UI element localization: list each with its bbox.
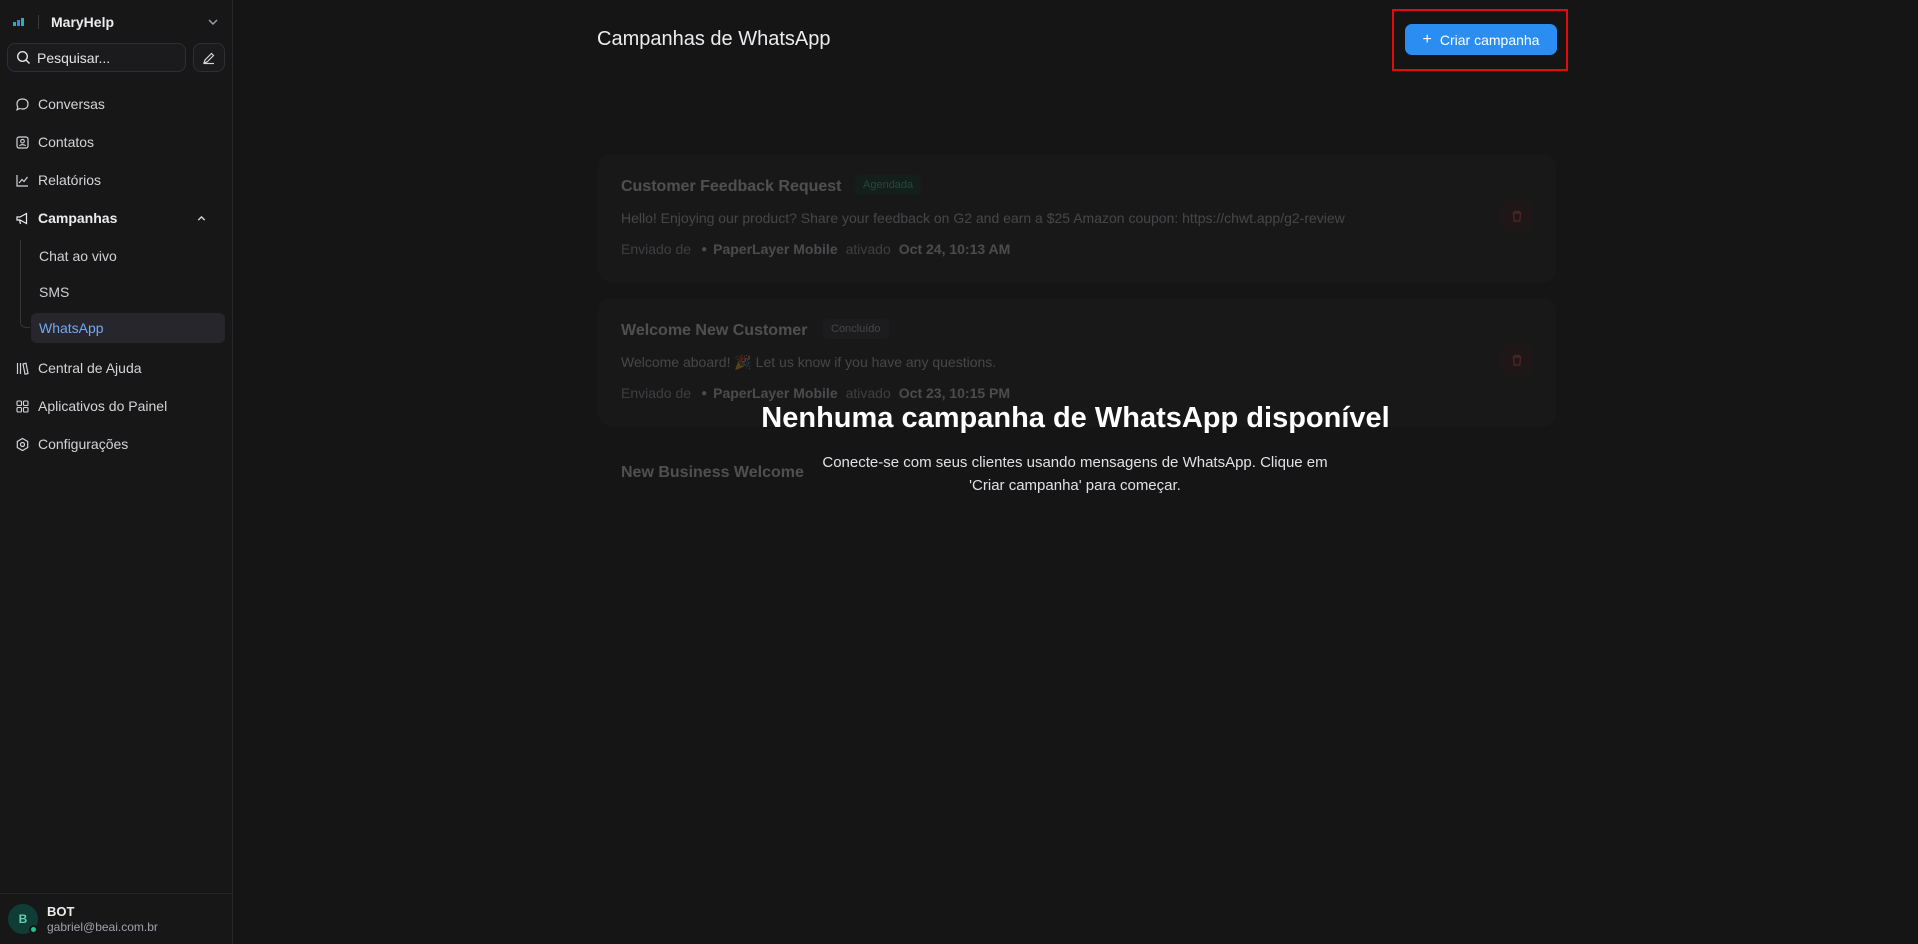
- sent-from-label: Enviado de: [621, 385, 692, 401]
- tree-connector: [20, 240, 30, 328]
- brand-name: MaryHelp: [51, 14, 115, 30]
- chevron-up-icon[interactable]: [194, 211, 209, 226]
- user-name: BOT: [47, 904, 75, 919]
- sidebar-item-whatsapp[interactable]: WhatsApp: [31, 313, 225, 343]
- megaphone-icon: [16, 211, 28, 225]
- brand-divider: [38, 15, 39, 29]
- campaign-message: Welcome aboard! 🎉 Let us know if you hav…: [621, 354, 997, 370]
- nav-central-de-ajuda[interactable]: Central de Ajuda: [7, 354, 225, 382]
- plus-icon: +: [1422, 30, 1432, 48]
- inbox-icon: ●: [701, 243, 708, 255]
- sidebar-item-chat-ao-vivo[interactable]: Chat ao vivo: [31, 241, 225, 271]
- triggered-label: ativado: [845, 385, 891, 401]
- inbox-name: PaperLayer Mobile: [713, 385, 838, 401]
- user-email: gabriel@beai.com.br: [47, 920, 158, 934]
- status-badge: Concluído: [823, 319, 889, 339]
- library-icon: [16, 361, 29, 375]
- contact-card-icon: [16, 135, 29, 149]
- compose-button[interactable]: [193, 43, 225, 72]
- nav-configuracoes-label: Configurações: [38, 436, 129, 452]
- campaign-meta: Enviado de ● PaperLayer Mobile ativado O…: [621, 241, 1010, 257]
- campaign-card: Customer Feedback Request Agendada Hello…: [598, 154, 1556, 282]
- triggered-label: ativado: [845, 241, 891, 257]
- create-campaign-button[interactable]: + Criar campanha: [1405, 24, 1557, 55]
- nav-conversas[interactable]: Conversas: [7, 90, 225, 118]
- line-chart-icon: [16, 174, 28, 187]
- brand-logo-icon: [13, 18, 24, 26]
- inbox-name: PaperLayer Mobile: [713, 241, 838, 257]
- search-placeholder: Pesquisar...: [37, 49, 111, 66]
- create-campaign-label: Criar campanha: [1439, 31, 1540, 48]
- campaign-meta: Enviado de ● PaperLayer Mobile ativado O…: [621, 385, 1010, 401]
- empty-state-title-text: Nenhuma campanha de WhatsApp disponível: [761, 402, 1390, 434]
- search-input[interactable]: Pesquisar...: [7, 43, 186, 72]
- trash-icon: [1512, 354, 1522, 366]
- chat-bubble-icon: [16, 97, 29, 111]
- trash-icon: [1512, 210, 1522, 222]
- page-title: Campanhas de WhatsApp: [597, 28, 831, 50]
- empty-state-title: Nenhuma campanha de WhatsApp disponível: [0, 402, 1918, 435]
- nav-contatos-label: Contatos: [38, 134, 95, 150]
- search-icon: [16, 50, 30, 64]
- nav-relatorios[interactable]: Relatórios: [7, 166, 225, 194]
- nav-campanhas[interactable]: Campanhas: [7, 204, 225, 232]
- delete-button[interactable]: [1501, 344, 1533, 376]
- inbox-icon: ●: [701, 387, 708, 399]
- user-profile[interactable]: B BOT gabriel@beai.com.br: [0, 893, 233, 944]
- status-badge: Agendada: [855, 175, 922, 195]
- nav-central-label: Central de Ajuda: [38, 360, 142, 376]
- sidebar-item-label: Chat ao vivo: [39, 248, 117, 264]
- pencil-icon: [203, 52, 215, 64]
- sidebar: MaryHelp Pesquisar... Conversas Contatos: [0, 0, 233, 944]
- gear-icon: [16, 437, 29, 451]
- nav-campanhas-label: Campanhas: [38, 210, 118, 226]
- campaign-title: New Business Welcome: [621, 464, 804, 481]
- empty-state-description-line1: Conecte-se com seus clientes usando mens…: [822, 454, 1328, 471]
- campaign-date: Oct 24, 10:13 AM: [898, 241, 1011, 257]
- sent-from-label: Enviado de: [621, 241, 692, 257]
- campaign-message: Hello! Enjoying our product? Share your …: [621, 210, 1345, 226]
- campaign-date: Oct 23, 10:15 PM: [898, 385, 1011, 401]
- nav-relatorios-label: Relatórios: [38, 172, 102, 188]
- sidebar-item-label: SMS: [39, 284, 70, 300]
- online-status-dot: [29, 925, 38, 934]
- sidebar-item-sms[interactable]: SMS: [31, 277, 225, 307]
- brand-switcher[interactable]: MaryHelp: [12, 12, 224, 32]
- empty-state-description-line2: 'Criar campanha' para começar.: [969, 477, 1181, 494]
- nav-contatos[interactable]: Contatos: [7, 128, 225, 156]
- campaign-title: Welcome New Customer: [621, 322, 808, 339]
- chevron-down-icon[interactable]: [206, 15, 220, 29]
- sidebar-item-label: WhatsApp: [39, 320, 104, 336]
- nav-conversas-label: Conversas: [38, 96, 105, 112]
- campaign-title: Customer Feedback Request: [621, 178, 842, 195]
- delete-button[interactable]: [1501, 200, 1533, 232]
- empty-state-description: Conecte-se com seus clientes usando mens…: [795, 451, 1355, 497]
